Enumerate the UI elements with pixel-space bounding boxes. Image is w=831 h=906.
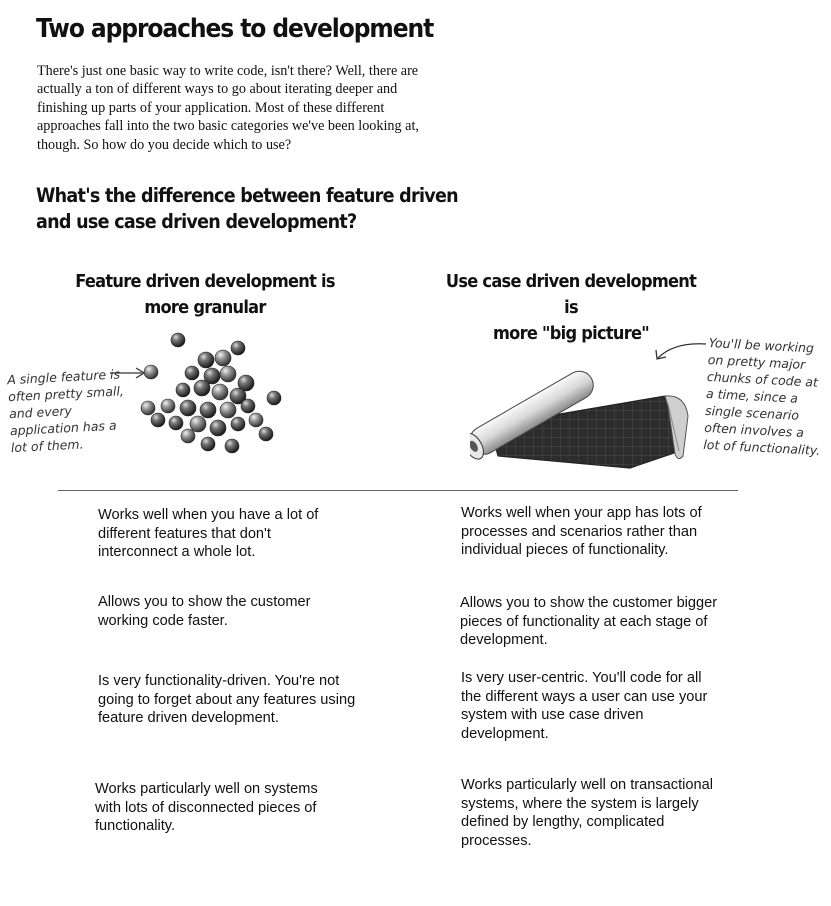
marble [230,416,246,432]
divider [58,490,738,491]
marble [179,399,197,417]
feature-heading-line1: Feature driven development is [75,271,335,292]
usecase-annotation: You'll be working on pretty major chunks… [703,334,821,458]
marble [160,398,176,414]
marble [266,390,282,406]
marble [140,400,156,416]
usecase-column-heading: Use case driven development is more "big… [441,269,702,347]
marble [184,365,200,381]
marble [211,383,229,401]
page-title: Two approaches to development [36,14,434,44]
marble [180,428,196,444]
feature-point: Is very functionality-driven. You're not… [98,673,356,727]
section-subheading: What's the difference between feature dr… [36,184,459,233]
usecase-arrow-icon [655,343,707,360]
marble [224,438,240,454]
marble [199,401,217,419]
marble [193,379,211,397]
usecase-heading-line1: Use case driven development is [445,271,697,318]
marble [214,349,232,367]
usecase-point: Is very user-centric. You'll code for al… [461,670,708,742]
intro-paragraph: There's just one basic way to write code… [37,63,419,153]
marble [209,419,227,437]
marble [248,412,264,428]
marble [170,332,186,348]
marble [258,426,274,442]
feature-column-heading: Feature driven development is more granu… [75,269,335,321]
usecase-point: Works well when your app has lots of pro… [461,505,702,559]
feature-point: Allows you to show the customer working … [98,594,311,629]
marble [219,365,237,383]
marble [175,382,191,398]
marble [150,412,166,428]
marble [168,415,184,431]
usecase-point: Works particularly well on transactional… [461,777,713,849]
blueprint-scroll-icon [470,370,689,469]
marble [230,340,246,356]
marble [219,401,237,419]
feature-annotation: A single feature is often pretty small, … [6,366,125,456]
marbles-icon [140,332,282,454]
marble [240,398,256,414]
marble [197,351,215,369]
feature-point: Works well when you have a lot of differ… [98,507,319,561]
marble [189,415,207,433]
feature-heading-line2: more granular [144,297,266,318]
feature-point: Works particularly well on systems with … [95,781,318,835]
usecase-point: Allows you to show the customer bigger p… [460,595,718,649]
marble [200,436,216,452]
